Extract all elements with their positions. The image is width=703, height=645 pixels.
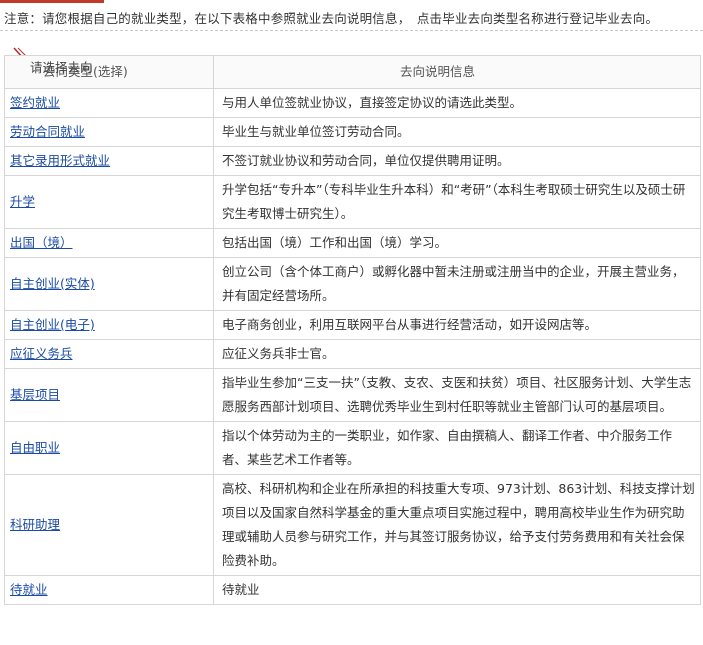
description-cell: 高校、科研机构和企业在所承担的科技重大专项、973计划、863计划、科技支撑计划…	[213, 474, 701, 576]
table-row: 基层项目 指毕业生参加“三支一扶”（支教、支农、支医和扶贫）项目、社区服务计划、大…	[4, 368, 701, 422]
table-body: 签约就业 与用人单位签就业协议，直接签定协议的请选此类型。劳动合同就业 毕业生与就业…	[4, 88, 701, 605]
description-cell: 不签订就业协议和劳动合同，单位仅提供聘用证明。	[213, 146, 701, 176]
destination-type-link[interactable]: 签约就业	[10, 95, 60, 110]
table-header-row: 去向类型(选择) 去向说明信息	[4, 55, 701, 89]
destination-type-link[interactable]: 待就业	[10, 582, 48, 597]
type-cell: 应征义务兵	[4, 339, 214, 369]
description-cell: 指以个体劳动为主的一类职业，如作家、自由撰稿人、翻译工作者、中介服务工作者、某些…	[213, 421, 701, 475]
destination-type-link[interactable]: 自由职业	[10, 440, 60, 455]
select-destination-label: 请选择去向	[30, 60, 93, 75]
description-cell: 包括出国（境）工作和出国（境）学习。	[213, 228, 701, 258]
type-cell: 签约就业	[4, 88, 214, 118]
type-cell: 基层项目	[4, 368, 214, 422]
table-row: 应征义务兵 应征义务兵非士官。	[4, 339, 701, 369]
destination-type-link[interactable]: 劳动合同就业	[10, 124, 85, 139]
type-cell: 自由职业	[4, 421, 214, 475]
table-row: 自主创业(电子) 电子商务创业，利用互联网平台从事进行经营活动，如开设网店等。	[4, 310, 701, 340]
table-row: 劳动合同就业 毕业生与就业单位签订劳动合同。	[4, 117, 701, 147]
type-cell: 出国（境）	[4, 228, 214, 258]
header-description: 去向说明信息	[213, 55, 701, 89]
description-cell: 与用人单位签就业协议，直接签定协议的请选此类型。	[213, 88, 701, 118]
destination-type-link[interactable]: 基层项目	[10, 387, 60, 402]
type-cell: 自主创业(实体)	[4, 257, 214, 311]
description-cell: 应征义务兵非士官。	[213, 339, 701, 369]
type-cell: 自主创业(电子)	[4, 310, 214, 340]
destination-type-link[interactable]: 自主创业(实体)	[10, 276, 95, 291]
table-row: 出国（境） 包括出国（境）工作和出国（境）学习。	[4, 228, 701, 258]
destination-type-link[interactable]: 应征义务兵	[10, 346, 73, 361]
destination-type-link[interactable]: 升学	[10, 194, 35, 209]
top-accent-bar	[0, 0, 104, 3]
type-cell: 劳动合同就业	[4, 117, 214, 147]
description-cell: 毕业生与就业单位签订劳动合同。	[213, 117, 701, 147]
table-row: 其它录用形式就业 不签订就业协议和劳动合同，单位仅提供聘用证明。	[4, 146, 701, 176]
description-cell: 升学包括“专升本”（专科毕业生升本科）和“考研”（本科生考取硕士研究生以及硕士研…	[213, 175, 701, 229]
table-row: 自主创业(实体) 创立公司（含个体工商户）或孵化器中暂未注册或注册当中的企业，开展…	[4, 257, 701, 311]
description-cell: 待就业	[213, 575, 701, 605]
notice-text: 注意：请您根据自己的就业类型，在以下表格中参照就业去向说明信息， 点击毕业去向类…	[4, 11, 659, 26]
destination-type-link[interactable]: 其它录用形式就业	[10, 153, 110, 168]
description-cell: 指毕业生参加“三支一扶”（支教、支农、支医和扶贫）项目、社区服务计划、大学生志愿…	[213, 368, 701, 422]
destination-type-link[interactable]: 科研助理	[10, 517, 60, 532]
description-cell: 电子商务创业，利用互联网平台从事进行经营活动，如开设网店等。	[213, 310, 701, 340]
description-cell: 创立公司（含个体工商户）或孵化器中暂未注册或注册当中的企业，开展主营业务，并有固…	[213, 257, 701, 311]
type-cell: 待就业	[4, 575, 214, 605]
table-row: 待就业 待就业	[4, 575, 701, 605]
type-cell: 科研助理	[4, 474, 214, 576]
type-cell: 升学	[4, 175, 214, 229]
type-cell: 其它录用形式就业	[4, 146, 214, 176]
table-row: 科研助理 高校、科研机构和企业在所承担的科技重大专项、973计划、863计划、科技…	[4, 474, 701, 576]
destination-type-link[interactable]: 出国（境）	[10, 235, 73, 250]
destination-type-link[interactable]: 自主创业(电子)	[10, 317, 95, 332]
divider	[0, 30, 703, 31]
table-row: 签约就业 与用人单位签就业协议，直接签定协议的请选此类型。	[4, 88, 701, 118]
table-row: 自由职业 指以个体劳动为主的一类职业，如作家、自由撰稿人、翻译工作者、中介服务工作…	[4, 421, 701, 475]
table-row: 升学 升学包括“专升本”（专科毕业生升本科）和“考研”（本科生考取硕士研究生以及硕…	[4, 175, 701, 229]
destination-table: 去向类型(选择) 去向说明信息 签约就业 与用人单位签就业协议，直接签定协议的请选…	[4, 55, 701, 605]
